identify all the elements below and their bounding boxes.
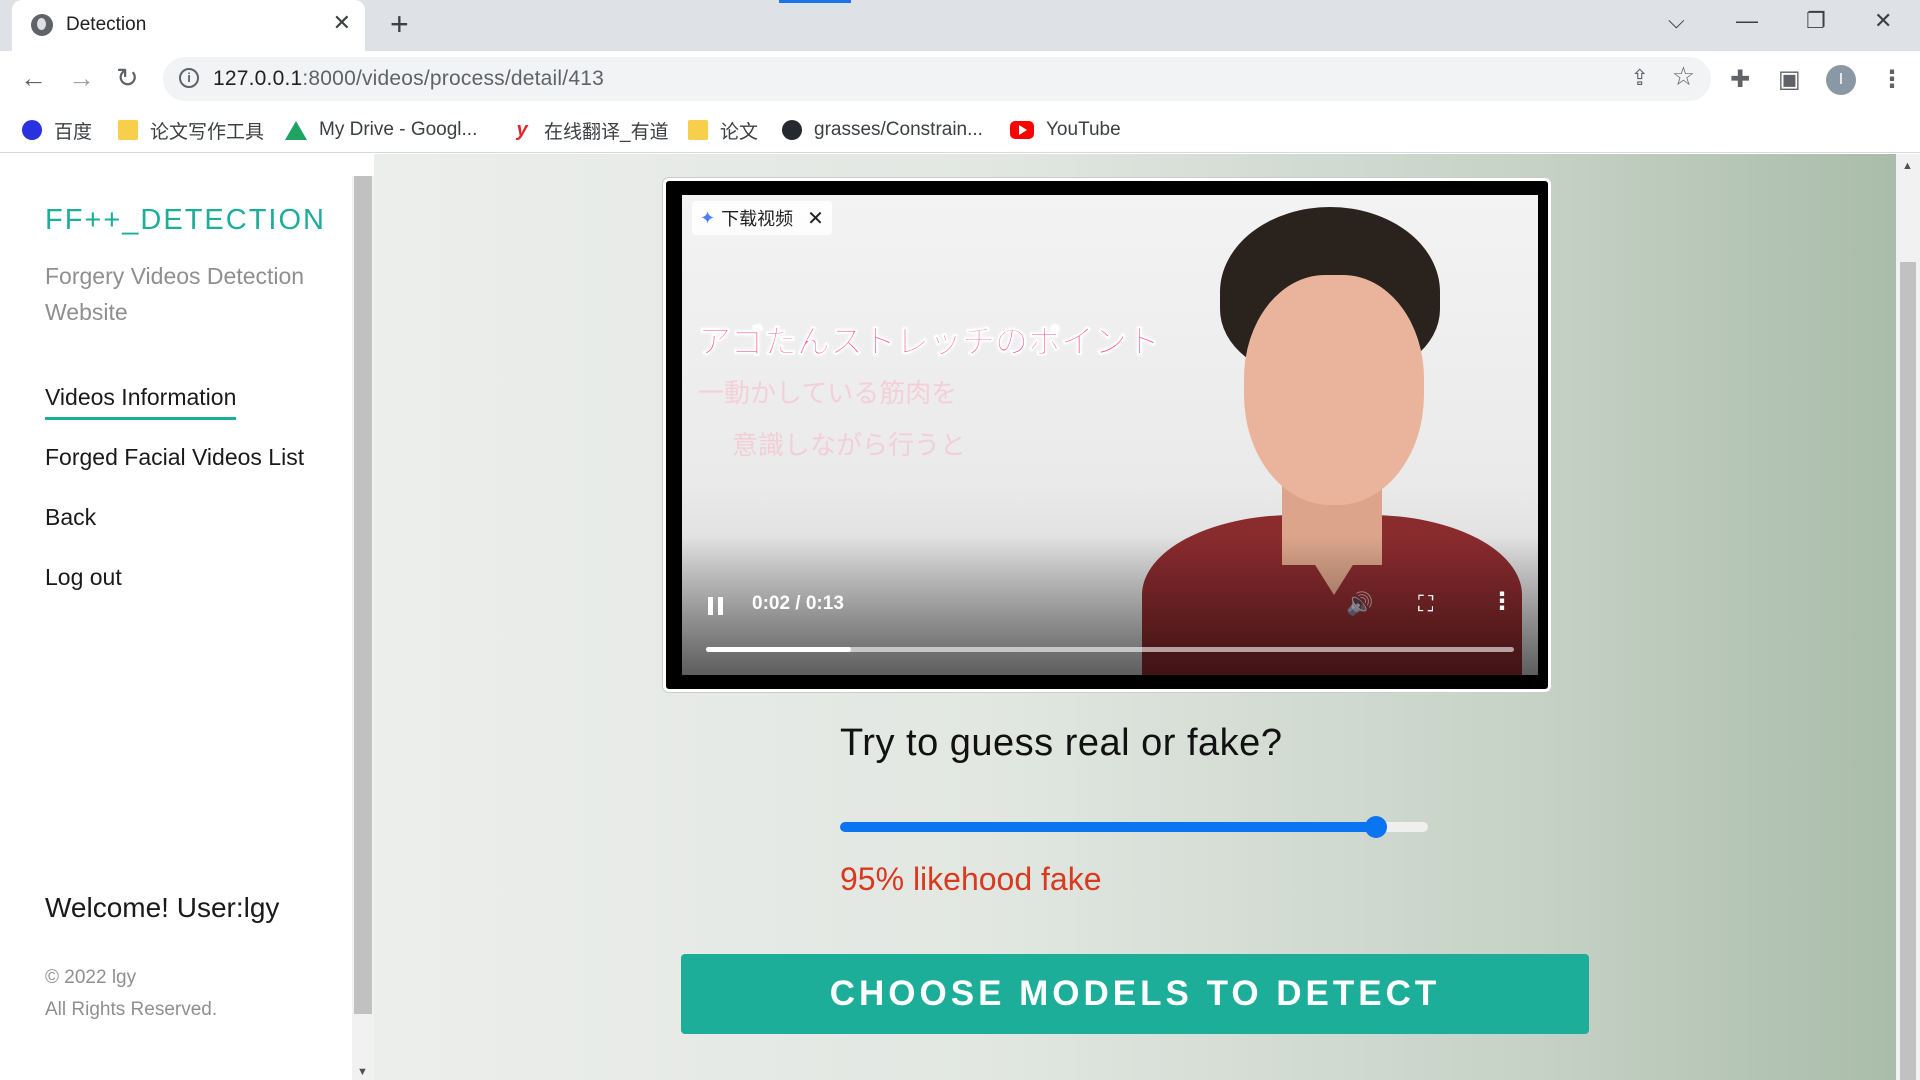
bookmark-item[interactable]: 论文写作工具: [118, 115, 264, 145]
copyright-line: All Rights Reserved.: [45, 999, 218, 1020]
profile-avatar[interactable]: I: [1826, 65, 1856, 95]
github-icon: [782, 120, 802, 140]
more-options-icon[interactable]: ⋮: [1490, 587, 1514, 616]
sidebar: FF++_DETECTION Forgery Videos Detection …: [0, 154, 352, 1080]
site-info-icon[interactable]: i: [179, 68, 199, 88]
brand-title[interactable]: FF++_DETECTION: [45, 204, 326, 237]
slider-knob[interactable]: [1365, 816, 1388, 838]
bookmark-label: 论文写作工具: [150, 121, 265, 143]
page-content: FF++_DETECTION Forgery Videos Detection …: [0, 154, 1920, 1080]
close-icon[interactable]: ✕: [807, 206, 824, 231]
copyright: © 2022 lgy All Rights Reserved.: [45, 962, 217, 1026]
main-scrollbar[interactable]: ▲: [1896, 154, 1920, 1080]
bookmark-label: 在线翻译_有道: [544, 121, 669, 143]
tab-close-icon[interactable]: ✕: [333, 10, 351, 36]
url-text[interactable]: 127.0.0.1:8000/videos/process/detail/413: [213, 67, 604, 91]
sidebar-scrollbar[interactable]: ▼: [352, 176, 374, 1080]
main-scrollbar-thumb[interactable]: [1900, 262, 1916, 1080]
google-drive-icon: [285, 120, 307, 140]
browser-toolbar: ← → ↻ i 127.0.0.1:8000/videos/process/de…: [0, 51, 1920, 107]
bookmark-label: My Drive - Googl...: [319, 119, 478, 140]
choose-models-button[interactable]: CHOOSE MODELS TO DETECT: [681, 954, 1589, 1034]
nav-forged-facial-videos-list[interactable]: Forged Facial Videos List: [45, 444, 304, 471]
fullscreen-icon[interactable]: ⛶: [1418, 591, 1433, 617]
video-caption: 意識しながら行うと: [732, 430, 967, 460]
youtube-icon: [1010, 121, 1034, 139]
welcome-text: Welcome! User:lgy: [45, 892, 280, 923]
url-host: 127.0.0.1: [213, 67, 303, 90]
scroll-down-arrow-icon[interactable]: ▼: [357, 1066, 368, 1078]
video-caption: 一動かしている筋肉を: [698, 378, 958, 408]
bookmark-item[interactable]: 百度: [22, 115, 92, 145]
slider-fill: [840, 822, 1377, 832]
side-panel-icon[interactable]: ▣: [1778, 65, 1801, 94]
video-player[interactable]: アゴたんストレッチのポイント 一動かしている筋肉を 意識しながら行うと ✦ 下载…: [682, 195, 1538, 675]
pause-icon[interactable]: [708, 597, 724, 615]
likelihood-text: 95% likehood fake: [840, 861, 1102, 897]
globe-icon: [31, 14, 53, 36]
extensions-icon[interactable]: ✚: [1730, 65, 1750, 94]
bookmark-label: 百度: [54, 121, 93, 143]
guess-question: Try to guess real or fake?: [840, 722, 1283, 764]
browser-tab[interactable]: Detection ✕: [12, 0, 365, 51]
nav-back[interactable]: Back: [45, 504, 96, 531]
back-button[interactable]: ←: [20, 63, 47, 94]
sidebar-scrollbar-thumb[interactable]: [354, 176, 372, 1014]
youdao-icon: y: [516, 119, 528, 141]
share-icon[interactable]: ⇪: [1631, 65, 1649, 91]
bookmark-item[interactable]: grasses/Constrain...: [782, 115, 983, 145]
video-frame: アゴたんストレッチのポイント 一動かしている筋肉を 意識しながら行うと ✦ 下载…: [663, 178, 1551, 692]
video-subject-face: [1244, 275, 1424, 505]
nav-log-out[interactable]: Log out: [45, 564, 122, 591]
bookmark-item[interactable]: 论文: [688, 115, 758, 145]
fake-likelihood-slider[interactable]: [840, 816, 1428, 838]
address-bar[interactable]: i 127.0.0.1:8000/videos/process/detail/4…: [163, 57, 1711, 101]
video-progress-fill: [706, 647, 852, 652]
copyright-line: © 2022 lgy: [45, 967, 137, 988]
tab-search-icon[interactable]: ⌵: [1668, 8, 1685, 34]
folder-icon: [688, 120, 708, 140]
tab-title: Detection: [66, 14, 147, 35]
video-progress-bar[interactable]: [706, 647, 1514, 652]
volume-icon[interactable]: 🔊: [1346, 591, 1373, 617]
download-video-badge[interactable]: ✦ 下载视频 ✕: [692, 201, 832, 235]
bookmark-label: grasses/Constrain...: [814, 119, 983, 140]
bookmark-label: YouTube: [1046, 119, 1121, 140]
scroll-up-arrow-icon[interactable]: ▲: [1902, 160, 1913, 172]
bookmark-item[interactable]: My Drive - Googl...: [285, 115, 477, 145]
video-caption: アゴたんストレッチのポイント: [698, 323, 1161, 361]
download-video-label: 下载视频: [721, 209, 794, 229]
tab-strip: Detection ✕ + ⌵ — ❐ ✕: [0, 0, 1920, 51]
bookmarks-bar: 百度 论文写作工具 My Drive - Googl... y 在线翻译_有道 论…: [0, 107, 1920, 153]
bird-icon: ✦: [700, 207, 716, 228]
nav-videos-information[interactable]: Videos Information: [45, 384, 237, 420]
bookmark-item[interactable]: YouTube: [1010, 115, 1121, 145]
new-tab-button[interactable]: +: [390, 6, 409, 43]
restore-button[interactable]: ❐: [1806, 8, 1826, 34]
url-path: :8000/videos/process/detail/413: [302, 67, 604, 90]
bookmark-star-icon[interactable]: ☆: [1672, 61, 1695, 92]
baidu-icon: [22, 120, 42, 140]
bookmark-item[interactable]: y 在线翻译_有道: [512, 115, 669, 145]
site-subtitle: Forgery Videos Detection Website: [45, 263, 305, 325]
bookmark-label: 论文: [720, 121, 759, 143]
window-close-button[interactable]: ✕: [1874, 8, 1892, 34]
main-area: アゴたんストレッチのポイント 一動かしている筋肉を 意識しながら行うと ✦ 下载…: [374, 154, 1896, 1080]
video-time: 0:02 / 0:13: [752, 593, 844, 614]
loading-indicator: [779, 0, 851, 3]
reload-button[interactable]: ↻: [116, 63, 139, 94]
menu-kebab-icon[interactable]: ⋮: [1880, 65, 1904, 94]
forward-button[interactable]: →: [68, 63, 95, 94]
folder-icon: [118, 120, 138, 140]
minimize-button[interactable]: —: [1736, 8, 1758, 34]
